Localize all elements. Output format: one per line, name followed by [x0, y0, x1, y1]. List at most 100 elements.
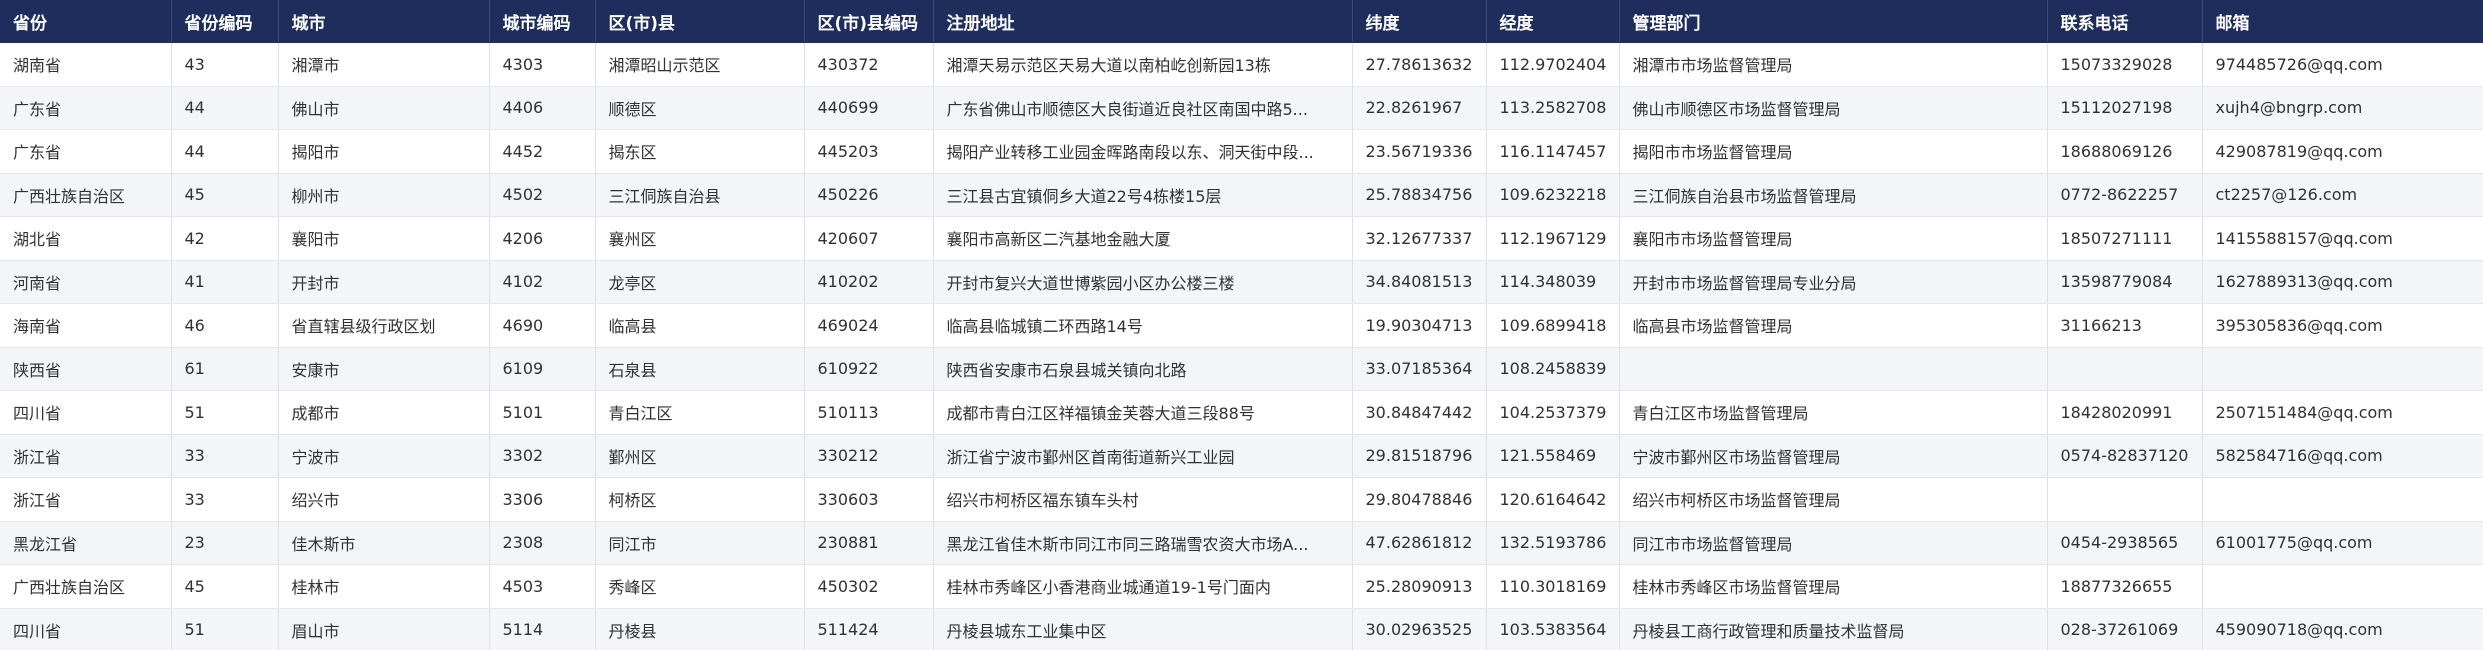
table-row[interactable]: 四川省 51 成都市 5101 青白江区 510113 成都市青白江区祥福镇金芙蓉大道三段8…	[0, 390, 2483, 435]
data-table: 省份 省份编码 城市 城市编码 区(市)县 区(市)县编码 注册地址 纬度 经度 管理部门 联系电话…	[0, 0, 2483, 650]
table-row[interactable]: 浙江省 33 宁波市 3302 鄞州区 330212 浙江省宁波市鄞州区首南街道新兴工业园 2…	[0, 434, 2483, 478]
cell-district-code: 420607	[804, 216, 934, 261]
cell-address: 开封市复兴大道世博紫园小区办公楼三楼	[933, 260, 1353, 304]
column-header-city-code[interactable]: 城市编码	[489, 0, 596, 43]
cell-address: 黑龙江省佳木斯市同江市同三路瑞雪农资大市场A...	[933, 521, 1353, 565]
cell-email: ct2257@126.com	[2202, 173, 2483, 217]
cell-email	[2202, 564, 2483, 609]
cell-latitude: 33.07185364	[1352, 347, 1487, 391]
cell-district: 柯桥区	[595, 477, 805, 522]
table-row[interactable]: 广西壮族自治区 45 桂林市 4503 秀峰区 450302 桂林市秀峰区小香港商业城通道1…	[0, 564, 2483, 609]
cell-province: 黑龙江省	[0, 521, 172, 565]
cell-city: 湘潭市	[278, 42, 490, 87]
table-row[interactable]: 湖北省 42 襄阳市 4206 襄州区 420607 襄阳市高新区二汽基地金融大厦 32.12…	[0, 216, 2483, 261]
cell-address: 襄阳市高新区二汽基地金融大厦	[933, 216, 1353, 261]
table-row[interactable]: 湖南省 43 湘潭市 4303 湘潭昭山示范区 430372 湘潭天易示范区天易大道以南柏屹…	[0, 42, 2483, 87]
cell-latitude: 19.90304713	[1352, 303, 1487, 348]
cell-email: 61001775@qq.com	[2202, 521, 2483, 565]
cell-district: 青白江区	[595, 390, 805, 435]
cell-province-code: 51	[171, 608, 279, 650]
column-header-province-code[interactable]: 省份编码	[171, 0, 279, 43]
cell-email: 1627889313@qq.com	[2202, 260, 2483, 304]
cell-city: 省直辖县级行政区划	[278, 303, 490, 348]
cell-email: xujh4@bngrp.com	[2202, 86, 2483, 130]
cell-province-code: 41	[171, 260, 279, 304]
cell-province: 陕西省	[0, 347, 172, 391]
cell-address: 绍兴市柯桥区福东镇车头村	[933, 477, 1353, 522]
cell-email: 395305836@qq.com	[2202, 303, 2483, 348]
cell-phone: 15073329028	[2047, 42, 2203, 87]
cell-district-code: 445203	[804, 129, 934, 174]
cell-city-code: 2308	[489, 521, 596, 565]
cell-longitude: 114.348039	[1486, 260, 1620, 304]
cell-district-code: 440699	[804, 86, 934, 130]
column-header-phone[interactable]: 联系电话	[2047, 0, 2203, 43]
cell-district-code: 610922	[804, 347, 934, 391]
table-body: 湖南省 43 湘潭市 4303 湘潭昭山示范区 430372 湘潭天易示范区天易大道以南柏屹…	[0, 42, 2483, 650]
cell-department: 宁波市鄞州区市场监督管理局	[1619, 434, 2048, 478]
table-row[interactable]: 四川省 51 眉山市 5114 丹棱县 511424 丹棱县城东工业集中区 30.029635…	[0, 608, 2483, 650]
column-header-district[interactable]: 区(市)县	[595, 0, 805, 43]
cell-longitude: 104.2537379	[1486, 390, 1620, 435]
table-row[interactable]: 浙江省 33 绍兴市 3306 柯桥区 330603 绍兴市柯桥区福东镇车头村 29.8047…	[0, 477, 2483, 522]
cell-city-code: 3302	[489, 434, 596, 478]
cell-district-code: 330212	[804, 434, 934, 478]
cell-district-code: 511424	[804, 608, 934, 650]
table-row[interactable]: 河南省 41 开封市 4102 龙亭区 410202 开封市复兴大道世博紫园小区办公楼三楼 3…	[0, 260, 2483, 304]
table-row[interactable]: 黑龙江省 23 佳木斯市 2308 同江市 230881 黑龙江省佳木斯市同江市同三路瑞雪农…	[0, 521, 2483, 565]
cell-city: 佛山市	[278, 86, 490, 130]
cell-district: 临高县	[595, 303, 805, 348]
cell-latitude: 47.62861812	[1352, 521, 1487, 565]
column-header-latitude[interactable]: 纬度	[1352, 0, 1487, 43]
cell-email: 2507151484@qq.com	[2202, 390, 2483, 435]
cell-department	[1619, 347, 2048, 391]
cell-latitude: 30.02963525	[1352, 608, 1487, 650]
cell-latitude: 29.81518796	[1352, 434, 1487, 478]
cell-phone	[2047, 477, 2203, 522]
table-row[interactable]: 广东省 44 揭阳市 4452 揭东区 445203 揭阳产业转移工业园金晖路南段以东、洞天…	[0, 129, 2483, 174]
column-header-email[interactable]: 邮箱	[2202, 0, 2483, 43]
cell-address: 湘潭天易示范区天易大道以南柏屹创新园13栋	[933, 42, 1353, 87]
cell-province: 四川省	[0, 608, 172, 650]
cell-district-code: 469024	[804, 303, 934, 348]
cell-address: 揭阳产业转移工业园金晖路南段以东、洞天街中段...	[933, 129, 1353, 174]
cell-city: 绍兴市	[278, 477, 490, 522]
cell-province: 海南省	[0, 303, 172, 348]
column-header-department[interactable]: 管理部门	[1619, 0, 2048, 43]
table-row[interactable]: 海南省 46 省直辖县级行政区划 4690 临高县 469024 临高县临城镇二环西路14号…	[0, 303, 2483, 348]
column-header-city[interactable]: 城市	[278, 0, 490, 43]
cell-email: 582584716@qq.com	[2202, 434, 2483, 478]
column-header-district-code[interactable]: 区(市)县编码	[804, 0, 934, 43]
cell-city-code: 5101	[489, 390, 596, 435]
cell-phone: 18688069126	[2047, 129, 2203, 174]
column-header-longitude[interactable]: 经度	[1486, 0, 1620, 43]
cell-district-code: 430372	[804, 42, 934, 87]
cell-district: 揭东区	[595, 129, 805, 174]
cell-address: 广东省佛山市顺德区大良街道近良社区南国中路5...	[933, 86, 1353, 130]
cell-province-code: 61	[171, 347, 279, 391]
cell-district: 顺德区	[595, 86, 805, 130]
cell-province-code: 42	[171, 216, 279, 261]
cell-district-code: 510113	[804, 390, 934, 435]
table-row[interactable]: 陕西省 61 安康市 6109 石泉县 610922 陕西省安康市石泉县城关镇向北路 33.0…	[0, 347, 2483, 391]
cell-city-code: 4406	[489, 86, 596, 130]
cell-email: 974485726@qq.com	[2202, 42, 2483, 87]
cell-address: 浙江省宁波市鄞州区首南街道新兴工业园	[933, 434, 1353, 478]
column-header-province[interactable]: 省份	[0, 0, 172, 43]
cell-longitude: 109.6899418	[1486, 303, 1620, 348]
cell-district: 襄州区	[595, 216, 805, 261]
table-row[interactable]: 广东省 44 佛山市 4406 顺德区 440699 广东省佛山市顺德区大良街道近良社区南国…	[0, 86, 2483, 130]
cell-district: 秀峰区	[595, 564, 805, 609]
cell-province-code: 43	[171, 42, 279, 87]
cell-city: 襄阳市	[278, 216, 490, 261]
cell-phone: 18877326655	[2047, 564, 2203, 609]
cell-longitude: 103.5383564	[1486, 608, 1620, 650]
cell-phone: 15112027198	[2047, 86, 2203, 130]
cell-department: 桂林市秀峰区市场监督管理局	[1619, 564, 2048, 609]
cell-phone: 0772-8622257	[2047, 173, 2203, 217]
table-row[interactable]: 广西壮族自治区 45 柳州市 4502 三江侗族自治县 450226 三江县古宜镇侗乡大道2…	[0, 173, 2483, 217]
column-header-address[interactable]: 注册地址	[933, 0, 1353, 43]
cell-latitude: 34.84081513	[1352, 260, 1487, 304]
cell-address: 三江县古宜镇侗乡大道22号4栋楼15层	[933, 173, 1353, 217]
cell-latitude: 32.12677337	[1352, 216, 1487, 261]
